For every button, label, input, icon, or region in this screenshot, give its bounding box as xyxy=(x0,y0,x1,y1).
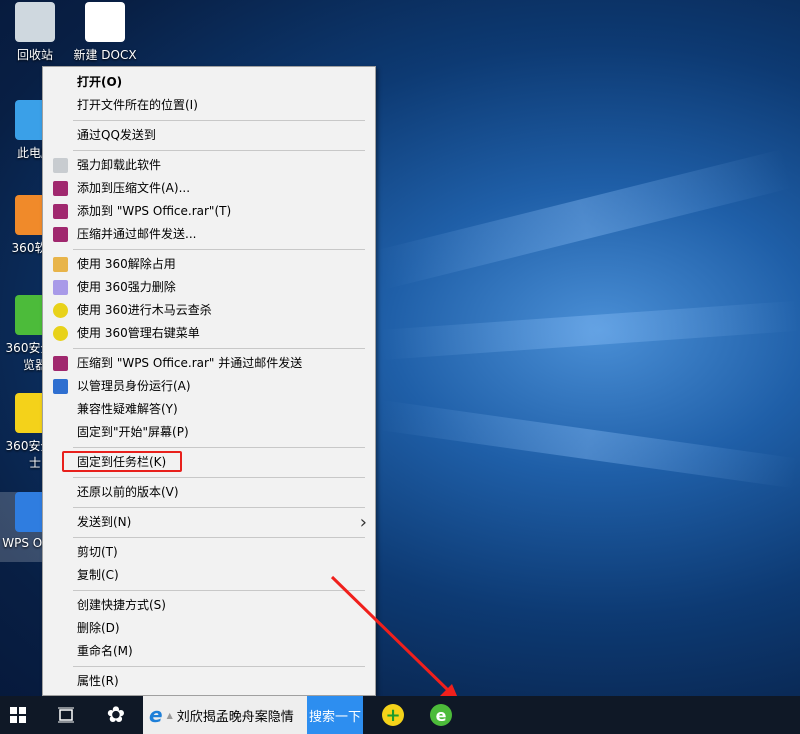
search-input[interactable]: 刘欣揭孟晚舟案隐情 xyxy=(177,706,294,725)
fan-app-button[interactable]: ✿ xyxy=(98,696,134,734)
search-button[interactable]: 搜索一下 xyxy=(307,696,363,734)
ie-icon: e xyxy=(149,703,163,727)
task-view-button[interactable] xyxy=(50,696,84,734)
red-arrow-annotation xyxy=(330,575,460,703)
search-bar[interactable]: e ▲ 刘欣揭孟晚舟案隐情 xyxy=(143,696,307,734)
taskbar: ✿ e ▲ 刘欣揭孟晚舟案隐情 搜索一下 + e xyxy=(0,696,800,734)
dropdown-icon[interactable]: ▲ xyxy=(167,711,173,720)
360-guard-taskbar-button[interactable]: + xyxy=(376,696,410,734)
360-plus-icon: + xyxy=(382,704,404,726)
task-view-icon xyxy=(58,707,74,723)
start-button[interactable] xyxy=(0,696,36,734)
fan-icon: ✿ xyxy=(106,702,126,728)
360-browser-icon: e xyxy=(430,704,452,726)
windows-icon xyxy=(10,707,26,723)
360-browser-taskbar-button[interactable]: e xyxy=(424,696,458,734)
